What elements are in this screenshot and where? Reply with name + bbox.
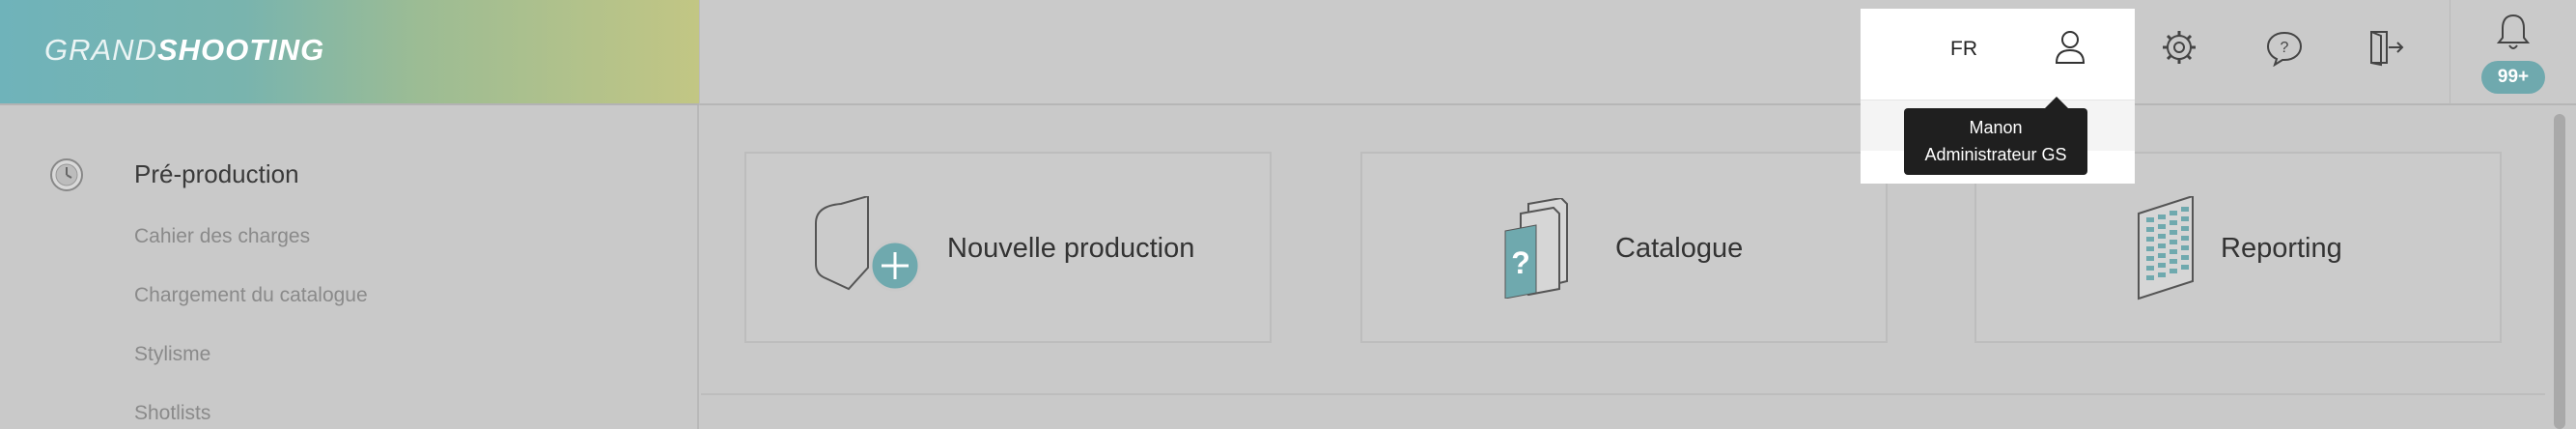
card-label: Reporting bbox=[2221, 233, 2342, 264]
brand-logo[interactable]: GRANDSHOOTING bbox=[44, 33, 324, 68]
sidebar-item-cahier-des-charges[interactable]: Cahier des charges bbox=[134, 225, 310, 248]
sidebar-item-stylisme[interactable]: Stylisme bbox=[134, 343, 210, 366]
card-label: Nouvelle production bbox=[947, 233, 1195, 264]
scrollbar[interactable] bbox=[2554, 114, 2565, 429]
bell-icon[interactable] bbox=[2496, 12, 2531, 52]
reporting-icon bbox=[2138, 196, 2194, 300]
tooltip-user-role: Administrateur GS bbox=[1924, 145, 2067, 164]
card-catalogue[interactable]: ? Catalogue bbox=[1360, 152, 1888, 343]
sidebar bbox=[0, 105, 699, 429]
user-icon[interactable] bbox=[2055, 30, 2086, 65]
catalogue-icon: ? bbox=[1504, 198, 1568, 299]
svg-text:?: ? bbox=[1511, 245, 1530, 280]
gear-icon[interactable] bbox=[2161, 29, 2198, 66]
content-divider bbox=[701, 393, 2545, 395]
notification-badge[interactable]: 99+ bbox=[2481, 61, 2545, 94]
logout-icon[interactable] bbox=[2367, 28, 2406, 67]
sidebar-item-chargement-catalogue[interactable]: Chargement du catalogue bbox=[134, 284, 368, 307]
brand-logo-part2: SHOOTING bbox=[156, 33, 325, 67]
help-icon[interactable]: ? bbox=[2265, 30, 2304, 67]
language-selector[interactable]: FR bbox=[1950, 38, 1977, 61]
brand-logo-area[interactable]: GRANDSHOOTING bbox=[0, 0, 699, 105]
sidebar-item-shotlists[interactable]: Shotlists bbox=[134, 402, 210, 425]
svg-text:?: ? bbox=[2281, 40, 2289, 56]
clock-icon bbox=[50, 158, 83, 191]
user-tooltip: Manon Administrateur GS bbox=[1904, 97, 2087, 175]
sidebar-section-preproduction[interactable]: Pré-production bbox=[134, 159, 299, 189]
card-nouvelle-production[interactable]: Nouvelle production bbox=[744, 152, 1272, 343]
tooltip-user-name: Manon bbox=[1969, 118, 2023, 137]
brand-logo-part1: GRAND bbox=[44, 33, 157, 67]
new-production-icon bbox=[815, 196, 921, 292]
card-label: Catalogue bbox=[1615, 233, 1744, 264]
